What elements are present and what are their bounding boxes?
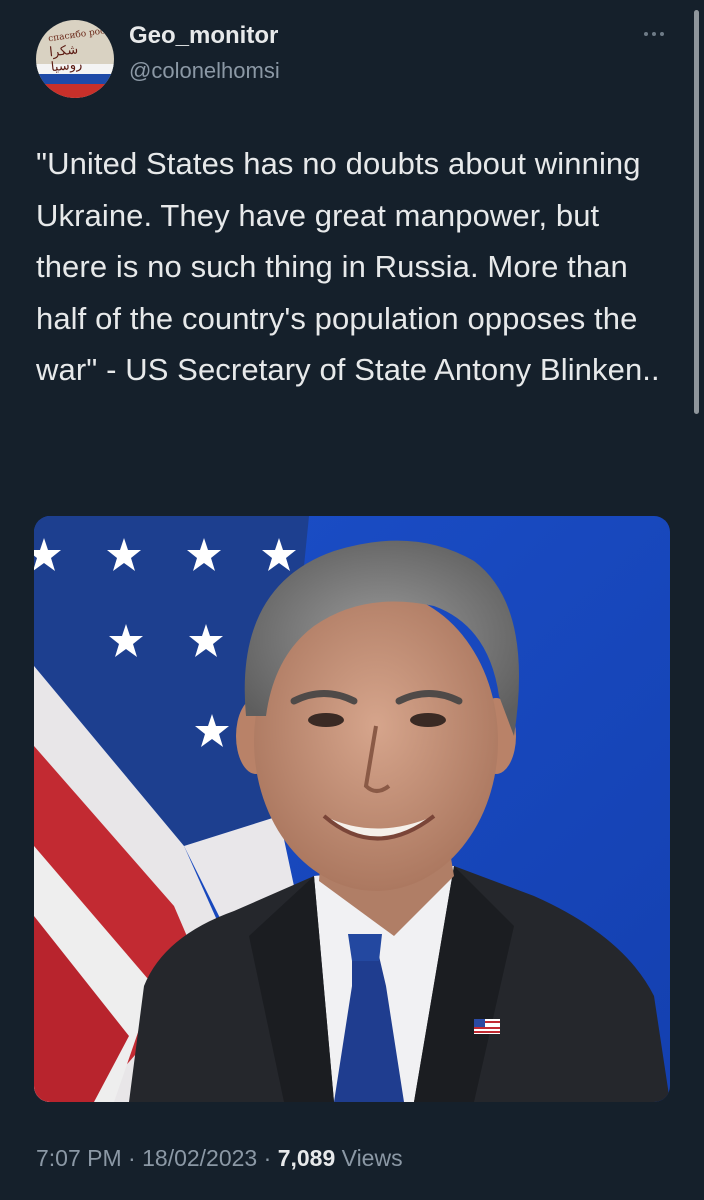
user-handle[interactable]: @colonelhomsi xyxy=(129,58,280,84)
tweet-time[interactable]: 7:07 PM xyxy=(36,1145,122,1171)
meta-separator-2: · xyxy=(257,1145,278,1171)
more-horizontal-icon-dot xyxy=(660,32,664,36)
portrait-photo xyxy=(34,516,670,1102)
avatar[interactable]: спасибо росс شكرا روسيا xyxy=(36,20,114,98)
tweet-date[interactable]: 18/02/2023 xyxy=(142,1145,257,1171)
display-name[interactable]: Geo_monitor xyxy=(129,22,278,50)
views-count[interactable]: 7,089 xyxy=(278,1145,336,1171)
avatar-stripe-blue xyxy=(36,74,114,84)
views-label: Views xyxy=(341,1145,403,1171)
more-horizontal-icon xyxy=(644,32,648,36)
scrollbar[interactable] xyxy=(694,10,699,414)
more-horizontal-icon-dot xyxy=(652,32,656,36)
meta-separator: · xyxy=(121,1145,143,1171)
tweet-photo[interactable] xyxy=(34,516,670,1102)
tweet-text: "United States has no doubts about winni… xyxy=(36,146,660,387)
tweet-meta: 7:07 PM · 18/02/2023 · 7,089 Views xyxy=(36,1145,403,1172)
more-options-button[interactable] xyxy=(638,22,670,46)
avatar-stripe-red xyxy=(36,84,114,98)
